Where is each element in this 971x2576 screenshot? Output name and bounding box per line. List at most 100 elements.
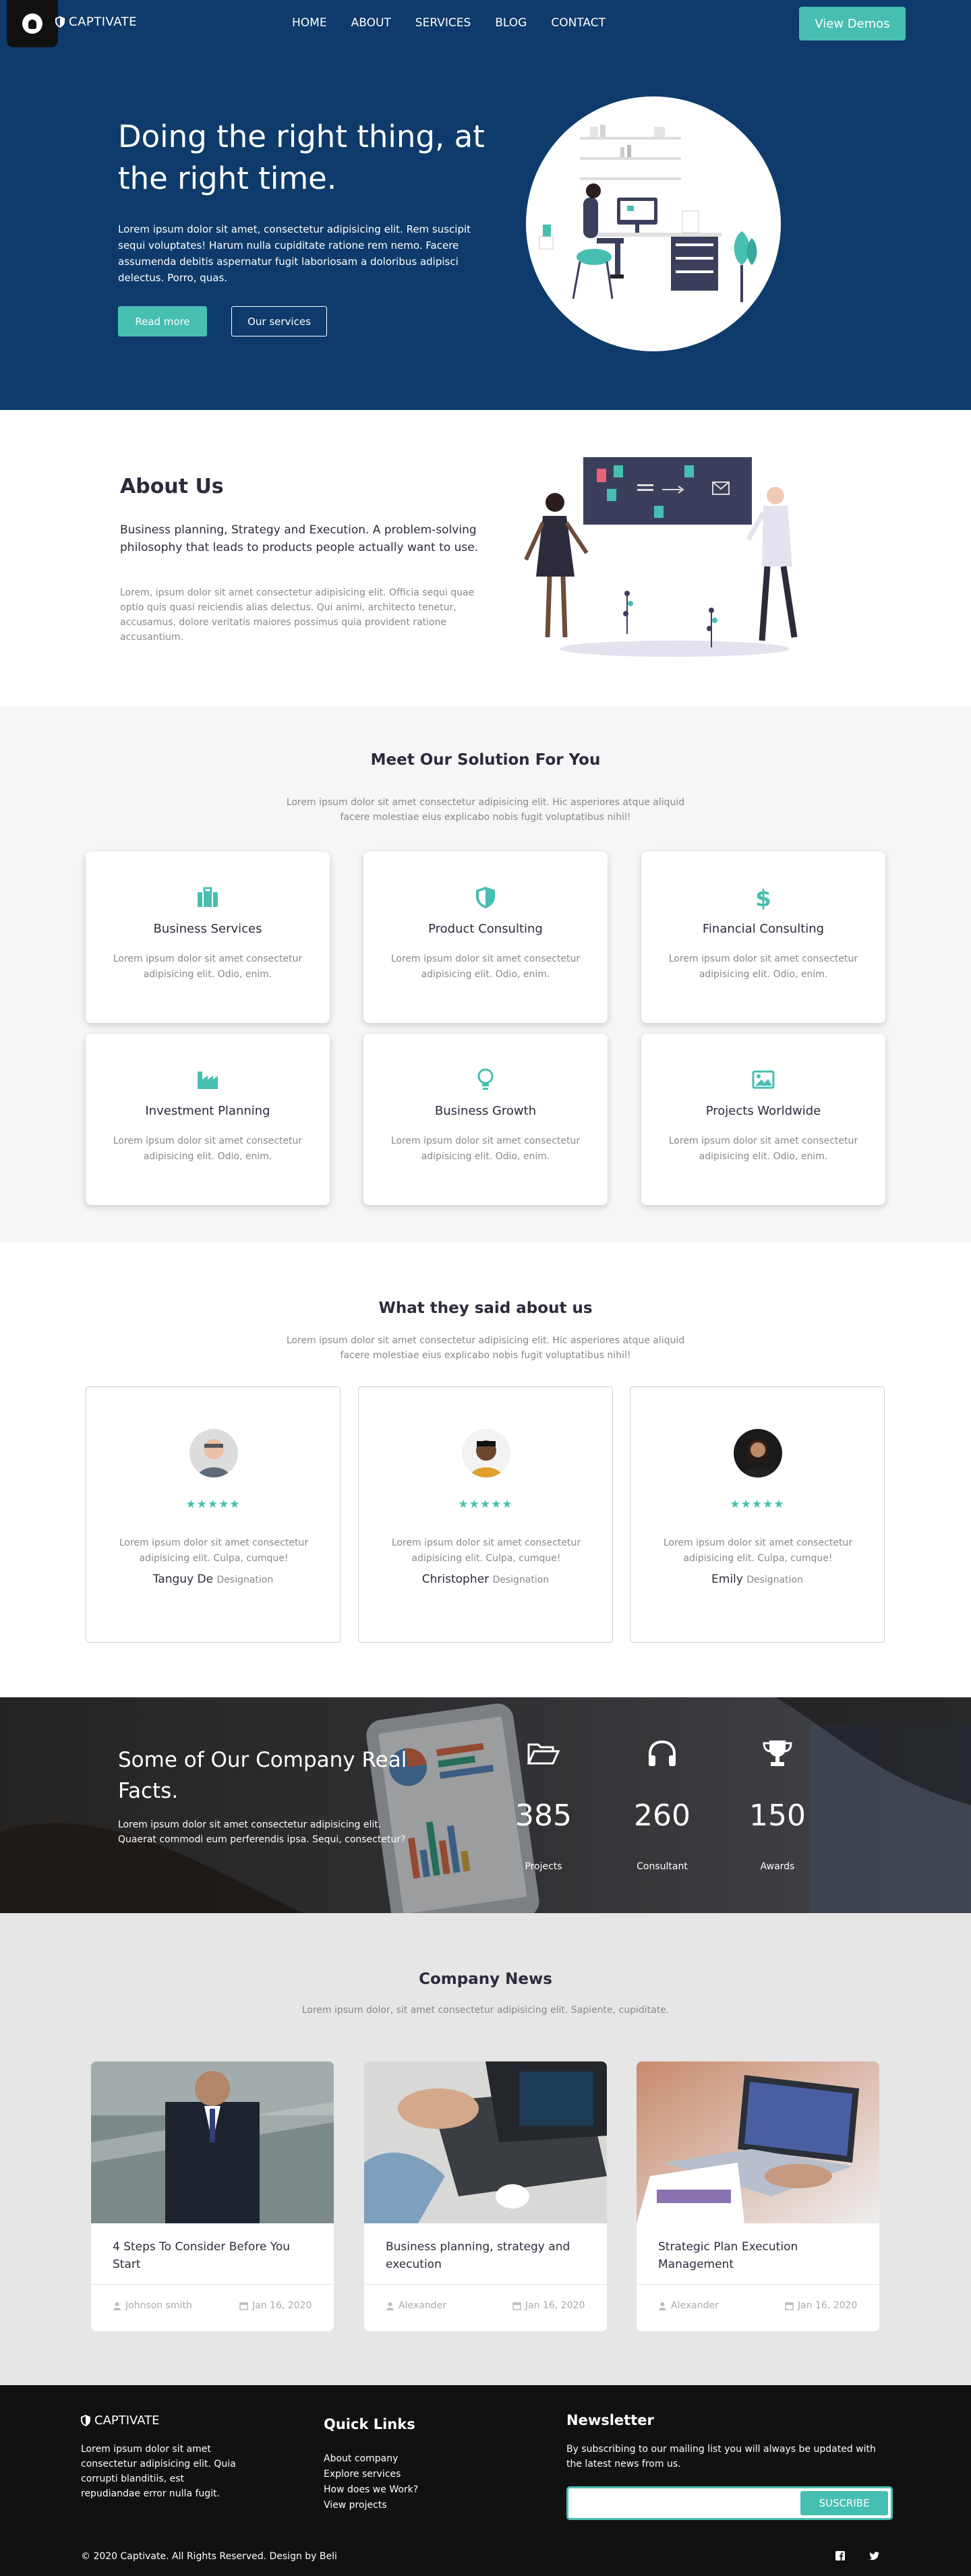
footer-about: Lorem ipsum dolor sit amet consectetur a… [81, 2444, 236, 2499]
service-text: Lorem ipsum dolor sit amet consectetur a… [668, 1136, 858, 1162]
fact-value: 385 [515, 1798, 572, 1833]
briefcase-icon [198, 887, 218, 907]
rating-stars: ★★★★★ [458, 1498, 513, 1511]
testimonial-quote: Lorem ipsum dolor sit amet consectetur a… [663, 1538, 853, 1564]
service-text: Lorem ipsum dolor sit amet consectetur a… [113, 1136, 303, 1162]
facts-title: Some of Our Company Real Facts. [118, 1748, 407, 1803]
author-name: Tanguy De [152, 1573, 214, 1586]
link-how-we-work[interactable]: How does we Work? [324, 2482, 418, 2498]
nav-home[interactable]: HOME [292, 16, 327, 30]
our-services-button[interactable]: Our services [231, 306, 327, 336]
news-title[interactable]: 4 Steps To Consider Before You Start [113, 2238, 315, 2273]
news-image [91, 2061, 334, 2223]
service-title: Projects Worldwide [705, 1104, 821, 1118]
author-role: Designation [746, 1575, 803, 1585]
services-section: Meet Our Solution For You Lorem ipsum do… [0, 706, 971, 1243]
footer-brand[interactable]: CAPTIVATE [81, 2413, 160, 2428]
view-demos-button[interactable]: View Demos [799, 7, 906, 40]
author-role: Designation [216, 1575, 274, 1585]
service-text: Lorem ipsum dolor sit amet consectetur a… [113, 954, 303, 980]
news-card[interactable]: Business planning, strategy and executio… [364, 2061, 607, 2331]
testimonial-card: ★★★★★ Lorem ipsum dolor sit amet consect… [86, 1386, 341, 1643]
email-input[interactable] [574, 2492, 790, 2514]
post-date: Jan 16, 2020 [798, 2300, 858, 2311]
avatar [462, 1429, 510, 1477]
service-title: Product Consulting [428, 922, 543, 936]
calendar-icon [785, 2302, 794, 2310]
service-card-financial-consulting[interactable]: $ Financial Consulting Lorem ipsum dolor… [641, 852, 885, 1023]
nav-contact[interactable]: CONTACT [551, 16, 606, 30]
github-icon [22, 13, 42, 34]
read-more-button[interactable]: Read more [118, 306, 207, 336]
avatar [734, 1429, 782, 1477]
news-section: Company News Lorem ipsum dolor, sit amet… [0, 1913, 971, 2385]
testimonial-quote: Lorem ipsum dolor sit amet consectetur a… [391, 1538, 581, 1564]
service-card-product-consulting[interactable]: Product Consulting Lorem ipsum dolor sit… [363, 852, 608, 1023]
about-lead: Business planning, Strategy and Executio… [120, 523, 479, 554]
rating-stars: ★★★★★ [185, 1498, 241, 1511]
nav-blog[interactable]: BLOG [495, 16, 527, 30]
testimonial-author: Emily Designation [630, 1573, 884, 1586]
news-author: Alexander [658, 2300, 719, 2311]
main-nav: HOME ABOUT SERVICES BLOG CONTACT [292, 16, 606, 30]
about-title: About Us [120, 475, 224, 498]
testimonials-title: What they said about us [378, 1299, 593, 1317]
testimonial-quote: Lorem ipsum dolor sit amet consectetur a… [119, 1538, 309, 1564]
link-view-projects[interactable]: View projects [324, 2498, 418, 2513]
divider [364, 2284, 607, 2285]
service-text: Lorem ipsum dolor sit amet consectetur a… [390, 1136, 581, 1162]
author-name: Emily [711, 1573, 743, 1586]
news-author: Alexander [386, 2300, 446, 2311]
link-explore-services[interactable]: Explore services [324, 2467, 418, 2482]
divider [91, 2284, 334, 2285]
testimonials-subtitle: Lorem ipsum dolor sit amet consectetur a… [286, 1335, 685, 1361]
svg-text:$: $ [755, 885, 771, 911]
twitter-icon[interactable] [867, 2549, 881, 2563]
service-card-business-growth[interactable]: Business Growth Lorem ipsum dolor sit am… [363, 1034, 608, 1205]
news-date: Jan 16, 2020 [512, 2300, 585, 2311]
news-title[interactable]: Business planning, strategy and executio… [386, 2238, 588, 2273]
facts-section: Some of Our Company Real Facts. Lorem ip… [0, 1697, 971, 1913]
calendar-icon [512, 2302, 521, 2310]
news-title[interactable]: Strategic Plan Execution Management [658, 2238, 860, 2273]
nav-about[interactable]: ABOUT [351, 16, 391, 30]
author-role: Designation [492, 1575, 550, 1585]
service-title: Investment Planning [145, 1104, 270, 1118]
rating-stars: ★★★★★ [730, 1498, 785, 1511]
facebook-icon[interactable] [833, 2549, 847, 2563]
services-subtitle: Lorem ipsum dolor sit amet consectetur a… [286, 797, 685, 823]
user-icon [659, 2302, 666, 2310]
fact-label: Consultant [637, 1861, 688, 1872]
brand-logo[interactable]: CAPTIVATE [55, 15, 137, 29]
testimonial-card: ★★★★★ Lorem ipsum dolor sit amet consect… [630, 1386, 885, 1643]
post-date: Jan 16, 2020 [525, 2300, 585, 2311]
link-about-company[interactable]: About company [324, 2451, 418, 2467]
hero-section: CAPTIVATE HOME ABOUT SERVICES BLOG CONTA… [0, 0, 971, 410]
service-card-business-services[interactable]: Business Services Lorem ipsum dolor sit … [86, 852, 330, 1023]
testimonial-author: Christopher Designation [359, 1573, 612, 1586]
author-name: Alexander [671, 2300, 719, 2311]
services-title: Meet Our Solution For You [370, 751, 601, 769]
news-card[interactable]: Strategic Plan Execution Management Alex… [637, 2061, 879, 2331]
subscribe-button[interactable]: SUSCRIBE [800, 2491, 888, 2515]
headphones-icon [649, 1740, 676, 1766]
image-icon [752, 1070, 775, 1089]
author-name: Christopher [421, 1573, 490, 1586]
shield-icon [476, 887, 495, 908]
brand-name: CAPTIVATE [69, 15, 137, 29]
fact-label: Awards [760, 1861, 795, 1872]
divider [637, 2284, 879, 2285]
nav-services[interactable]: SERVICES [415, 16, 471, 30]
about-illustration [524, 457, 798, 657]
news-card[interactable]: 4 Steps To Consider Before You Start Joh… [91, 2061, 334, 2331]
copyright: © 2020 Captivate. All Rights Reserved. D… [81, 2551, 337, 2562]
github-corner[interactable] [7, 0, 58, 47]
lightbulb-icon [477, 1068, 494, 1090]
service-card-investment-planning[interactable]: Investment Planning Lorem ipsum dolor si… [86, 1034, 330, 1205]
dollar-icon: $ [755, 885, 771, 911]
service-card-projects-worldwide[interactable]: Projects Worldwide Lorem ipsum dolor sit… [641, 1034, 885, 1205]
news-title: Company News [419, 1970, 552, 1988]
newsletter-title: Newsletter [566, 2412, 654, 2428]
hero-title: Doing the right thing, at the right time… [118, 119, 485, 196]
testimonial-card: ★★★★★ Lorem ipsum dolor sit amet consect… [358, 1386, 613, 1643]
